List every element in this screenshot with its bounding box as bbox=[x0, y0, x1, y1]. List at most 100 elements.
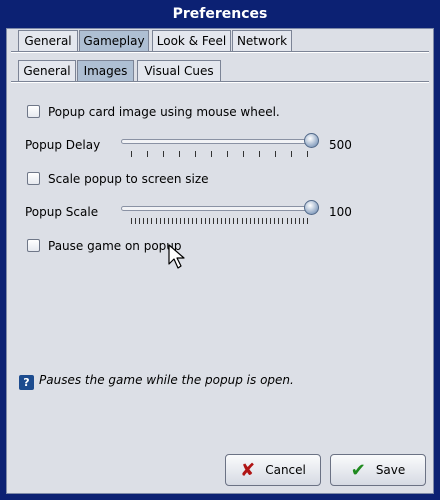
slider-tick bbox=[196, 218, 198, 224]
slider-tick bbox=[274, 218, 276, 224]
slider-tick bbox=[216, 218, 218, 224]
slider-tick bbox=[143, 218, 145, 224]
tab-general[interactable]: General bbox=[18, 30, 78, 52]
slider-tick bbox=[249, 218, 251, 224]
slider-tick bbox=[176, 218, 178, 224]
slider-tick bbox=[184, 218, 186, 224]
slider-tick bbox=[167, 218, 169, 224]
popup-delay-slider[interactable] bbox=[121, 133, 319, 159]
slider-tick bbox=[159, 218, 161, 224]
slider-tick bbox=[257, 218, 259, 224]
popup-delay-label: Popup Delay bbox=[25, 138, 101, 152]
slider-tick bbox=[278, 218, 280, 224]
subtab-visual-cues[interactable]: Visual Cues bbox=[137, 60, 221, 82]
cancel-label: Cancel bbox=[265, 463, 306, 477]
slider-tick bbox=[307, 151, 308, 157]
slider-tick bbox=[208, 218, 210, 224]
slider-tick bbox=[237, 218, 239, 224]
mouse-pointer-icon bbox=[168, 244, 185, 269]
slider-tick bbox=[147, 218, 149, 224]
hint-bar: ? Pauses the game while the popup is open… bbox=[19, 371, 294, 390]
sub-tab-divider-highlight bbox=[11, 82, 429, 83]
slider-tick bbox=[163, 218, 165, 224]
green-check-icon: ✔ bbox=[350, 460, 366, 481]
subtab-images[interactable]: Images bbox=[77, 60, 134, 82]
slider-tick bbox=[200, 218, 202, 224]
mouse-wheel-label: Popup card image using mouse wheel. bbox=[48, 105, 280, 119]
slider-tick bbox=[151, 218, 153, 224]
subtab-general[interactable]: General bbox=[18, 60, 76, 82]
slider-tick bbox=[253, 218, 255, 224]
popup-scale-slider[interactable] bbox=[121, 200, 319, 226]
pause-game-option[interactable]: Pause game on popup bbox=[27, 237, 182, 255]
slider-tick bbox=[180, 218, 182, 224]
hint-text: Pauses the game while the popup is open. bbox=[39, 373, 294, 387]
slider-tick bbox=[294, 218, 296, 224]
slider-tick bbox=[302, 218, 304, 224]
slider-tick bbox=[286, 218, 288, 224]
tab-network[interactable]: Network bbox=[232, 30, 292, 52]
slider-tick bbox=[261, 218, 263, 224]
popup-delay-thumb[interactable] bbox=[304, 133, 319, 148]
slider-tick bbox=[259, 151, 260, 157]
popup-scale-track bbox=[121, 206, 317, 211]
scale-popup-checkbox[interactable] bbox=[27, 172, 40, 185]
slider-tick bbox=[171, 218, 173, 224]
slider-tick bbox=[270, 218, 272, 224]
slider-tick bbox=[290, 218, 292, 224]
slider-tick bbox=[282, 218, 284, 224]
save-button[interactable]: ✔ Save bbox=[330, 454, 426, 486]
pause-game-checkbox[interactable] bbox=[27, 239, 40, 252]
slider-tick bbox=[135, 218, 137, 224]
slider-tick bbox=[275, 151, 276, 157]
popup-delay-value: 500 bbox=[329, 138, 352, 152]
popup-delay-ticks bbox=[121, 151, 317, 159]
slider-tick bbox=[233, 218, 235, 224]
slider-tick bbox=[131, 218, 132, 224]
slider-tick bbox=[139, 218, 141, 224]
popup-scale-value: 100 bbox=[329, 205, 352, 219]
scale-popup-label: Scale popup to screen size bbox=[48, 172, 209, 186]
cancel-button[interactable]: ✘ Cancel bbox=[225, 454, 321, 486]
help-icon: ? bbox=[19, 375, 34, 390]
slider-tick bbox=[221, 218, 223, 224]
slider-tick bbox=[229, 218, 231, 224]
slider-tick bbox=[195, 151, 196, 157]
slider-tick bbox=[243, 151, 244, 157]
slider-tick bbox=[225, 218, 227, 224]
slider-tick bbox=[188, 218, 190, 224]
slider-tick bbox=[291, 151, 292, 157]
slider-tick bbox=[147, 151, 148, 157]
scale-popup-option[interactable]: Scale popup to screen size bbox=[27, 170, 209, 188]
slider-tick bbox=[163, 151, 164, 157]
save-label: Save bbox=[375, 463, 406, 477]
slider-tick bbox=[245, 218, 247, 224]
popup-scale-label: Popup Scale bbox=[25, 205, 99, 219]
slider-tick bbox=[241, 218, 243, 224]
preferences-window: Preferences General Gameplay Look & Feel… bbox=[0, 0, 440, 500]
mouse-wheel-option[interactable]: Popup card image using mouse wheel. bbox=[27, 103, 280, 121]
main-tab-divider-highlight bbox=[11, 52, 429, 53]
pause-game-label: Pause game on popup bbox=[48, 239, 182, 253]
popup-scale-ticks bbox=[121, 218, 317, 226]
slider-tick bbox=[227, 151, 228, 157]
slider-tick bbox=[155, 218, 157, 224]
slider-tick bbox=[192, 218, 194, 224]
main-tab-bar: General Gameplay Look & Feel Network bbox=[18, 30, 428, 52]
red-x-icon: ✘ bbox=[240, 460, 256, 481]
slider-tick bbox=[298, 218, 300, 224]
slider-tick bbox=[212, 218, 214, 224]
tab-look-and-feel[interactable]: Look & Feel bbox=[152, 30, 231, 52]
tab-gameplay[interactable]: Gameplay bbox=[79, 30, 149, 52]
slider-tick bbox=[131, 151, 132, 157]
slider-tick bbox=[204, 218, 206, 224]
slider-tick bbox=[307, 218, 308, 224]
sub-tab-bar: General Images Visual Cues bbox=[18, 60, 428, 82]
mouse-wheel-checkbox[interactable] bbox=[27, 105, 40, 118]
slider-tick bbox=[266, 218, 268, 224]
content-panel: General Gameplay Look & Feel Network Gen… bbox=[6, 28, 434, 494]
popup-scale-thumb[interactable] bbox=[304, 200, 319, 215]
window-title: Preferences bbox=[172, 6, 268, 22]
slider-tick bbox=[179, 151, 180, 157]
popup-delay-track bbox=[121, 139, 317, 144]
